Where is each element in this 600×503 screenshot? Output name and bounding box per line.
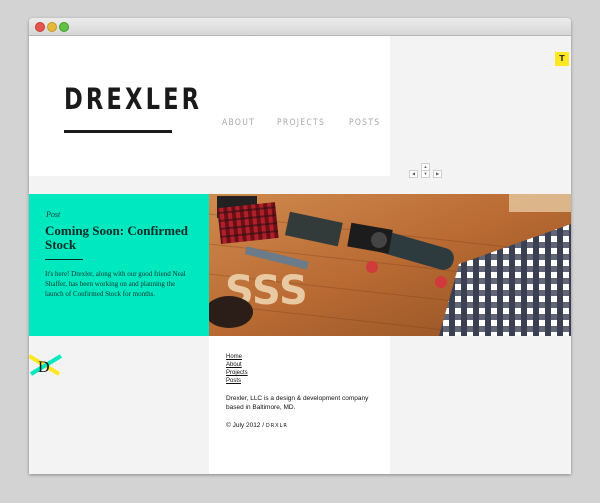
window-titlebar xyxy=(29,18,571,36)
arrow-left-icon[interactable]: ◀ xyxy=(409,170,418,178)
footer-link-about[interactable]: About xyxy=(226,361,248,369)
featured-photo-image: SSS xyxy=(209,194,571,336)
close-window-button[interactable] xyxy=(35,22,45,32)
nav-about[interactable]: ABOUT xyxy=(222,118,255,128)
t-badge-button[interactable]: T xyxy=(555,52,569,66)
site-logo[interactable]: DREXLER xyxy=(64,82,202,116)
arrow-down-icon[interactable]: ▼ xyxy=(421,170,430,178)
post-excerpt: It's here! Drexler, along with our good … xyxy=(45,270,186,298)
nav-projects[interactable]: PROJECTS xyxy=(277,118,325,128)
footer-nav: Home About Projects Posts xyxy=(226,353,248,385)
post-title[interactable]: Coming Soon: Confirmed Stock xyxy=(45,224,195,252)
post-divider xyxy=(45,259,83,260)
post-label: Post xyxy=(46,210,61,219)
arrow-right-icon[interactable]: ▶ xyxy=(433,170,442,178)
featured-post-card[interactable]: Post Coming Soon: Confirmed Stock It's h… xyxy=(29,194,209,336)
d-mark-letter: D xyxy=(38,359,50,376)
copyright-mark: DRXLR xyxy=(265,423,288,429)
featured-photo[interactable]: SSS xyxy=(209,194,571,336)
logo-underline xyxy=(64,130,172,133)
copyright-text: © July 2012 / xyxy=(226,422,266,429)
main-nav: ABOUT PROJECTS POSTS xyxy=(222,118,386,128)
company-description: Drexler, LLC is a design & development c… xyxy=(226,395,369,411)
minimize-window-button[interactable] xyxy=(47,22,57,32)
copyright: © July 2012 / DRXLR xyxy=(226,422,288,429)
footer-link-posts[interactable]: Posts xyxy=(226,377,248,385)
page: DREXLER ABOUT PROJECTS POSTS T ▲ ◀ ▼ ▶ P… xyxy=(29,36,571,474)
browser-window: DREXLER ABOUT PROJECTS POSTS T ▲ ◀ ▼ ▶ P… xyxy=(29,18,571,474)
footer-column: Home About Projects Posts Drexler, LLC i… xyxy=(209,336,390,474)
slider-arrows: ▲ ◀ ▼ ▶ xyxy=(409,163,442,179)
nav-posts[interactable]: POSTS xyxy=(349,118,380,128)
footer-link-home[interactable]: Home xyxy=(226,353,248,361)
zoom-window-button[interactable] xyxy=(59,22,69,32)
d-mark-icon[interactable]: D xyxy=(29,352,63,378)
footer-link-projects[interactable]: Projects xyxy=(226,369,248,377)
